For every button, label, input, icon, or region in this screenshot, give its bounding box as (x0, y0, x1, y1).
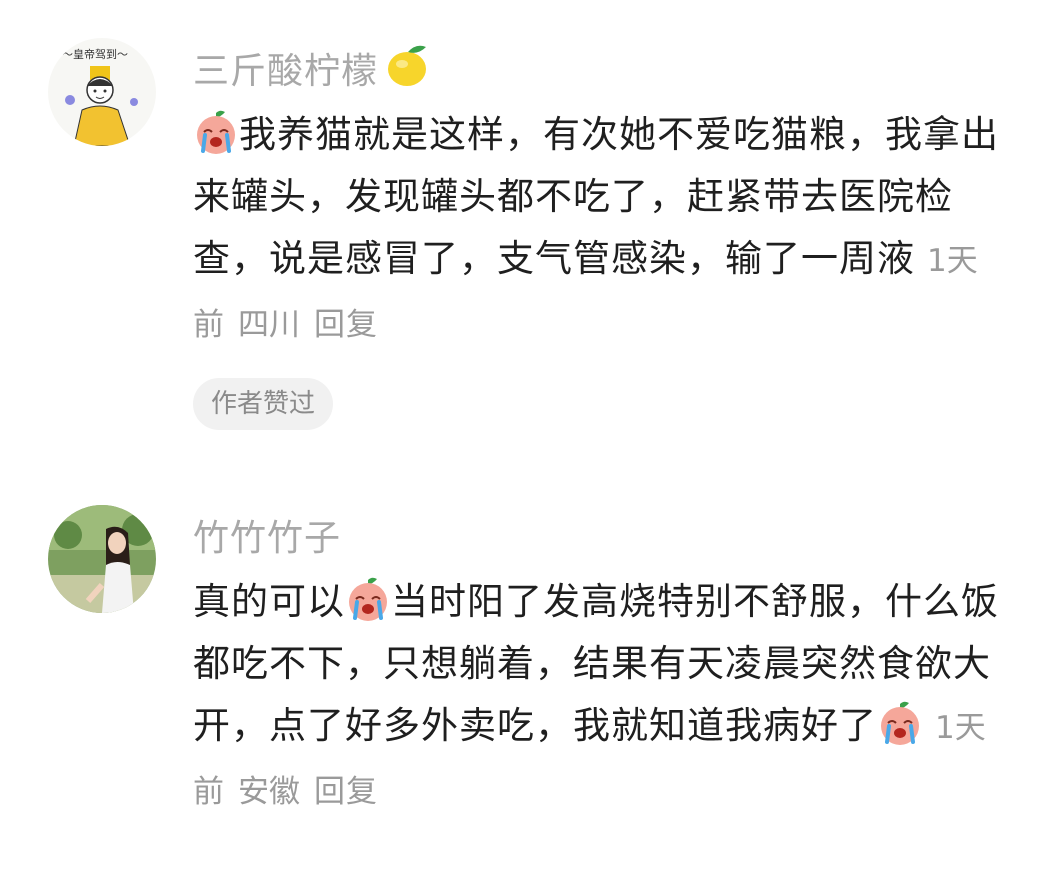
comment-location: 四川 (238, 307, 300, 343)
username[interactable]: 竹竹竹子 (193, 509, 341, 561)
comment-text: 真的可以 当时阳了发高烧特别不舒服，什么饭都吃不下，只想躺着，结果有天凌晨突然食… (193, 571, 1003, 823)
username-row: 竹竹竹子 (193, 505, 1003, 565)
avatar-drawing-icon: ～皇帝驾到～ (48, 38, 156, 146)
svg-text:～皇帝驾到～: ～皇帝驾到～ (62, 47, 128, 61)
comment-body-start: 真的可以 (193, 580, 345, 623)
user-avatar[interactable]: ～皇帝驾到～ (48, 38, 156, 146)
username-row: 三斤酸柠檬 (193, 38, 1003, 98)
reply-button[interactable]: 回复 (314, 774, 378, 810)
avatar-photo-icon (48, 505, 156, 613)
comment-text: 我养猫就是这样，有次她不爱吃猫粮，我拿出来罐头，发现罐头都不吃了，赶紧带去医院检… (193, 104, 1003, 356)
lemon-icon (382, 41, 432, 95)
author-liked-badge: 作者赞过 (193, 378, 334, 430)
user-avatar[interactable] (48, 505, 156, 613)
crying-peach-icon (193, 109, 239, 155)
comment-location: 安徽 (238, 774, 300, 810)
comment-content: 三斤酸柠檬 我养猫就是这样，有次她不爱吃猫粮，我拿出来罐头，发现罐头都不吃了，赶 (193, 38, 1003, 430)
comment-content: 竹竹竹子 真的可以 当时阳了发高烧特别不舒服，什么饭都吃不下，只想躺着，结果有天… (193, 505, 1003, 823)
username[interactable]: 三斤酸柠檬 (193, 42, 378, 94)
crying-peach-icon (345, 576, 391, 622)
reply-button[interactable]: 回复 (314, 307, 378, 343)
comment-body: 我养猫就是这样，有次她不爱吃猫粮，我拿出来罐头，发现罐头都不吃了，赶紧带去医院检… (193, 113, 999, 280)
crying-peach-icon (877, 700, 923, 746)
